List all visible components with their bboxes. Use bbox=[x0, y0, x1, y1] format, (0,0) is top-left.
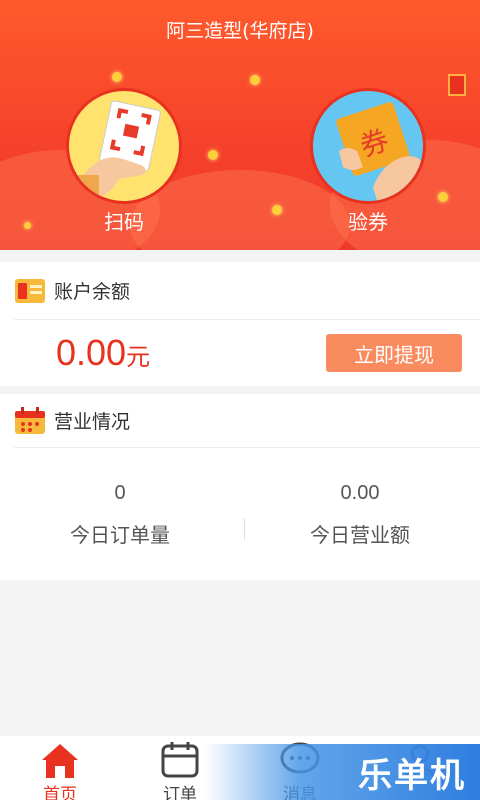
coin-decoration bbox=[250, 75, 260, 85]
home-icon bbox=[42, 744, 78, 778]
business-stats: 0 今日订单量 0.00 今日营业额 bbox=[0, 448, 480, 578]
coupon-ticket-icon: 券 bbox=[310, 88, 426, 204]
tab-home[interactable]: 首页 bbox=[0, 736, 120, 800]
today-revenue-label: 今日营业额 bbox=[310, 523, 410, 547]
withdraw-button[interactable]: 立即提现 bbox=[326, 334, 462, 372]
watermark-text: 乐单机 bbox=[358, 756, 466, 796]
balance-unit: 元 bbox=[126, 344, 151, 371]
red-envelope-icon bbox=[448, 74, 466, 96]
scan-button[interactable]: 扫码 bbox=[64, 88, 184, 235]
qr-scan-icon bbox=[66, 88, 182, 204]
account-balance-title: 账户余额 bbox=[54, 281, 131, 303]
wallet-icon bbox=[15, 278, 45, 303]
coin-decoration bbox=[438, 192, 448, 202]
balance-value: 0.00 bbox=[56, 332, 127, 373]
watermark-overlay: 乐单机 bbox=[205, 744, 480, 800]
today-revenue-value: 0.00 bbox=[340, 482, 380, 504]
business-status-title: 营业情况 bbox=[54, 411, 131, 433]
today-orders-stat[interactable]: 0 今日订单量 bbox=[0, 448, 240, 578]
verify-coupon-label: 验券 bbox=[348, 210, 388, 234]
coin-decoration bbox=[272, 205, 282, 215]
verify-coupon-button[interactable]: 券 验券 bbox=[308, 88, 428, 235]
tab-home-label: 首页 bbox=[43, 785, 77, 800]
account-balance-card: 账户余额 0.00元 立即提现 bbox=[0, 262, 480, 386]
coin-decoration bbox=[24, 222, 31, 229]
coin-decoration bbox=[112, 72, 122, 82]
scan-label: 扫码 bbox=[104, 210, 144, 234]
today-orders-label: 今日订单量 bbox=[70, 523, 170, 547]
order-icon bbox=[161, 742, 199, 778]
today-revenue-stat[interactable]: 0.00 今日营业额 bbox=[240, 448, 480, 578]
balance-row: 0.00元 立即提现 bbox=[0, 320, 480, 386]
account-balance-header: 账户余额 bbox=[14, 262, 480, 320]
calendar-icon bbox=[15, 406, 45, 434]
business-status-header: 营业情况 bbox=[14, 394, 480, 448]
store-name: 阿三造型(华府店) bbox=[166, 20, 314, 42]
today-orders-value: 0 bbox=[114, 482, 126, 504]
coin-decoration bbox=[208, 150, 218, 160]
header-banner: 阿三造型(华府店) 扫码 券 验券 bbox=[0, 0, 480, 250]
balance-amount: 0.00元 bbox=[56, 332, 150, 374]
stats-divider bbox=[244, 518, 245, 540]
business-status-card: 营业情况 0 今日订单量 0.00 今日营业额 bbox=[0, 394, 480, 580]
